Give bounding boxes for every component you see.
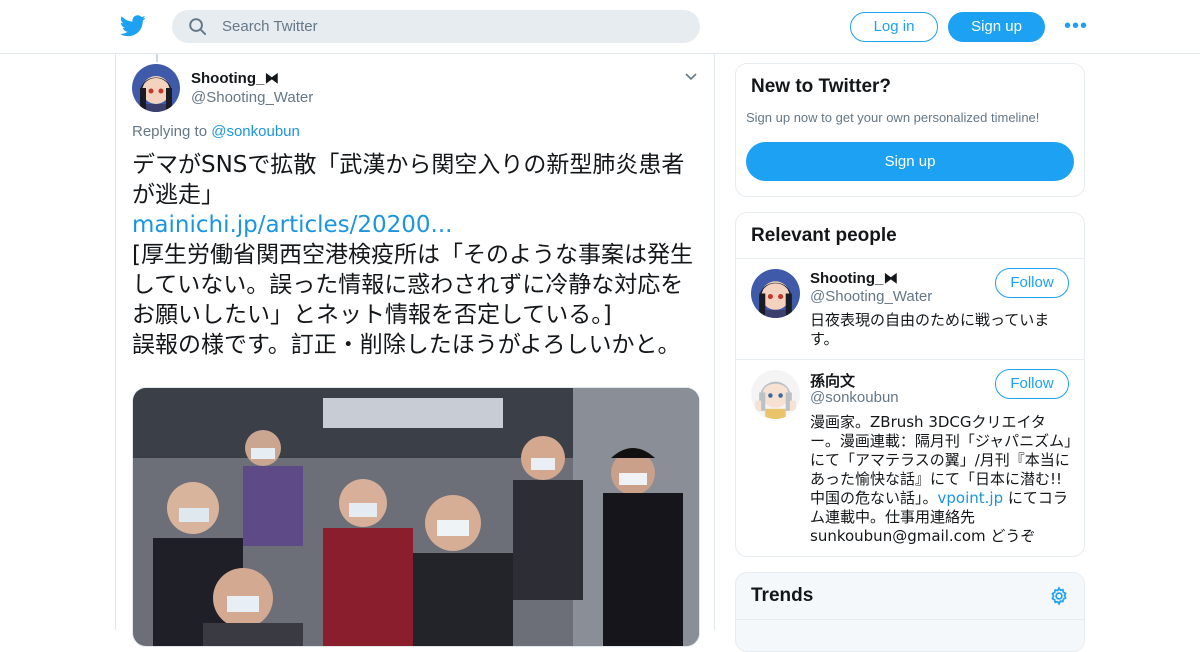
author-handle[interactable]: @Shooting_Water <box>191 89 313 106</box>
search-box[interactable] <box>172 10 700 43</box>
bio-link[interactable]: vpoint.jp <box>938 489 1004 507</box>
relevant-people-card: Relevant people Shooting_⧓ @Shooting_Wat… <box>735 212 1085 557</box>
tweet-headline: デマがSNSで拡散「武漢から関空入りの新型肺炎患者が逃走」 <box>132 152 685 208</box>
tweet-article-link[interactable]: mainichi.jp/articles/20200... <box>132 210 702 240</box>
person-handle[interactable]: @Shooting_Water <box>810 288 932 305</box>
tweet-photo[interactable] <box>132 387 700 647</box>
trends-title: Trends <box>751 585 814 606</box>
person-handle[interactable]: @sonkoubun <box>810 389 899 406</box>
replying-to: Replying to @sonkoubun <box>132 123 300 140</box>
replying-prefix: Replying to <box>132 123 208 140</box>
follow-button[interactable]: Follow <box>995 369 1069 399</box>
relevant-people-title: Relevant people <box>751 225 897 246</box>
avatar[interactable] <box>751 370 800 419</box>
person-name[interactable]: 孫向文 <box>810 370 855 391</box>
tweet-comment: 誤報の様です。訂正・削除したほうがよろしいかと。 <box>132 332 681 358</box>
follow-button[interactable]: Follow <box>995 268 1069 298</box>
signup-button[interactable]: Sign up <box>948 12 1045 42</box>
trends-card: Trends <box>735 572 1085 652</box>
gear-icon[interactable] <box>1049 586 1069 606</box>
more-options-icon[interactable]: ••• <box>1064 16 1087 36</box>
login-button[interactable]: Log in <box>850 12 938 42</box>
person-bio: 漫画家。ZBrush 3DCGクリエイター。漫画連載：隔月刊「ジャパニズム」にて… <box>810 413 1072 546</box>
search-icon <box>189 18 207 36</box>
divider <box>736 619 1084 620</box>
search-input[interactable] <box>222 10 682 43</box>
chevron-down-icon[interactable] <box>684 70 698 84</box>
tweet-quote: [厚生労働省関西空港検疫所は「そのような事案は発生していない。誤った情報に惑わさ… <box>132 242 693 328</box>
twitter-bird-icon[interactable] <box>120 14 146 38</box>
author-name[interactable]: Shooting_⧓ <box>191 69 279 87</box>
avatar[interactable] <box>751 269 800 318</box>
person-item[interactable]: Shooting_⧓ @Shooting_Water Follow 日夜表現の自… <box>736 259 1084 359</box>
replying-handle-link[interactable]: @sonkoubun <box>211 123 300 140</box>
top-navigation-bar: Log in Sign up ••• <box>0 0 1200 54</box>
new-to-twitter-subtitle: Sign up now to get your own personalized… <box>746 110 1040 125</box>
person-bio: 日夜表現の自由のために戦っています。 <box>810 311 1050 348</box>
new-to-twitter-title: New to Twitter? <box>751 76 892 97</box>
person-item[interactable]: 孫向文 @sonkoubun Follow 漫画家。ZBrush 3DCGクリエ… <box>736 360 1084 556</box>
tweet-text: デマがSNSで拡散「武漢から関空入りの新型肺炎患者が逃走」 mainichi.j… <box>132 150 702 360</box>
person-name[interactable]: Shooting_⧓ <box>810 269 898 287</box>
new-to-twitter-card: New to Twitter? Sign up now to get your … <box>735 63 1085 197</box>
tweet-panel: Shooting_⧓ @Shooting_Water Replying to @… <box>115 54 715 647</box>
sidebar-signup-button[interactable]: Sign up <box>746 142 1074 181</box>
avatar[interactable] <box>132 64 180 112</box>
thread-connector <box>156 54 158 62</box>
